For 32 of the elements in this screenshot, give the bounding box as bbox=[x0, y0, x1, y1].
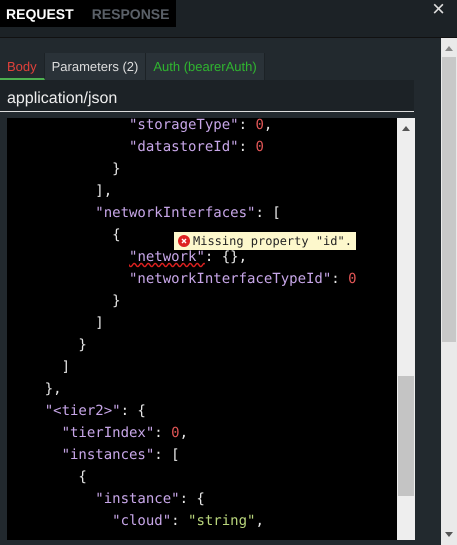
code-line: "instances": [ bbox=[60, 446, 180, 465]
scroll-down-icon[interactable] bbox=[445, 532, 453, 537]
content-type-field[interactable]: application/json bbox=[0, 80, 414, 112]
scroll-up-icon[interactable] bbox=[445, 46, 453, 51]
code-line: "cloud": "string", bbox=[111, 512, 264, 531]
code-line: ] bbox=[60, 358, 70, 377]
code-line: "storageType": 0, bbox=[128, 118, 272, 135]
code-line: "datastoreId": 0 bbox=[128, 138, 264, 157]
panel-tab[interactable]: Parameters (2) bbox=[44, 53, 146, 80]
code-line: "networkInterfaceTypeId": 0 bbox=[128, 270, 357, 289]
scroll-up-icon[interactable] bbox=[402, 126, 410, 131]
code-line: "network": {}, bbox=[128, 248, 248, 267]
code-line: "tierIndex": 0, bbox=[60, 424, 188, 443]
code-line: "<tier2>": { bbox=[44, 402, 146, 421]
error-icon bbox=[178, 235, 190, 247]
code-line: } bbox=[77, 336, 87, 355]
code-line: "instance": { bbox=[94, 490, 205, 509]
code-line: { bbox=[111, 226, 121, 245]
page-scrollbar[interactable] bbox=[441, 38, 457, 545]
code-line: { bbox=[77, 468, 87, 487]
code-editor[interactable] bbox=[7, 118, 415, 540]
panel-tab[interactable]: Auth (bearerAuth) bbox=[146, 53, 265, 80]
code-line: } bbox=[111, 292, 121, 311]
code-line: } bbox=[111, 160, 121, 179]
error-message: Missing property "id". bbox=[193, 234, 352, 248]
code-line: ] bbox=[94, 314, 104, 333]
request-tab[interactable]: REQUEST bbox=[6, 6, 74, 22]
code-line: ], bbox=[94, 182, 112, 201]
editor-scrollbar[interactable] bbox=[397, 118, 415, 540]
code-line: }, bbox=[44, 380, 62, 399]
code-line: "networkInterfaces": [ bbox=[94, 204, 281, 223]
close-icon[interactable]: × bbox=[432, 0, 445, 18]
